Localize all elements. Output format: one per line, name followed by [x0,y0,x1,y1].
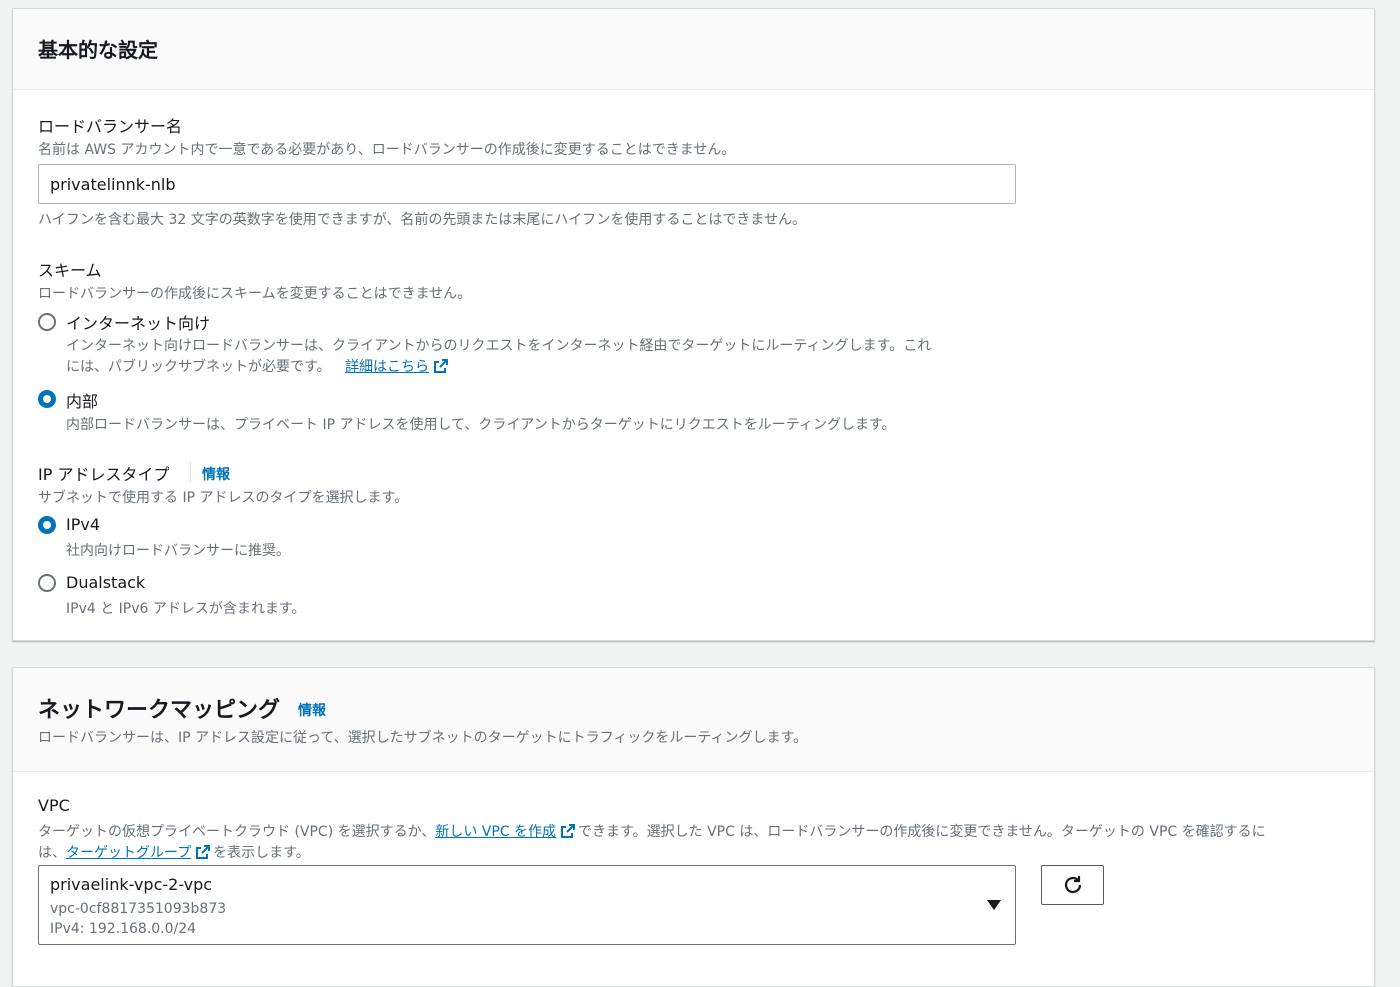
ip-type-info-link[interactable]: 情報 [202,464,230,484]
ip-type-ipv4-desc: 社内向けロードバランサーに推奨。 [66,543,290,559]
vpc-select-id: vpc-0cf8817351093b873 [50,901,227,917]
basic-config-title: 基本的な設定 [38,38,158,62]
basic-config-header: 基本的な設定 [13,9,1374,90]
create-vpc-link[interactable]: 新しい VPC を作成 [435,824,556,840]
vpc-select[interactable]: privaelink-vpc-2-vpc vpc-0cf8817351093b8… [38,865,1016,945]
scheme-label: スキーム [38,261,102,280]
lb-name-description: 名前は AWS アカウント内で一意である必要があり、ロードバランサーの作成後に変… [38,142,736,158]
ip-type-dualstack-radio[interactable] [38,574,56,592]
external-link-icon[interactable] [560,823,576,839]
lb-name-label: ロードバランサー名 [38,117,183,136]
caret-down-icon[interactable] [987,900,1001,910]
scheme-internet-facing-desc-line2: には、パブリックサブネットが必要です。 詳細はこちら [66,356,451,376]
network-mapping-description: ロードバランサーは、IP アドレス設定に従って、選択したサブネットのターゲットに… [38,730,808,746]
scheme-internet-facing-label[interactable]: インターネット向け [66,310,210,334]
label-divider [190,462,191,482]
external-link-icon[interactable] [433,358,449,374]
scheme-internet-facing-radio[interactable] [38,313,56,331]
network-mapping-title: ネットワークマッピング [38,698,281,723]
scheme-internet-facing-desc-text: には、パブリックサブネットが必要です。 [66,359,331,375]
vpc-select-cidr: IPv4: 192.168.0.0/24 [50,921,197,937]
network-mapping-header: ネットワークマッピング 情報 ロードバランサーは、IP アドレス設定に従って、選… [13,668,1374,772]
network-mapping-info-link[interactable]: 情報 [298,700,326,720]
vpc-desc-text-1: ターゲットの仮想プライベートクラウド (VPC) を選択するか、 [38,824,436,840]
vpc-description-line2: は、ターゲットグループ を表示します。 [38,842,310,862]
scheme-internal-radio[interactable] [38,390,56,408]
vpc-desc-text-4: を表示します。 [213,845,310,861]
lb-name-hint: ハイフンを含む最大 32 文字の英数字を使用できますが、名前の先頭または末尾にハ… [38,212,807,228]
vpc-description-line1: ターゲットの仮想プライベートクラウド (VPC) を選択するか、新しい VPC … [38,821,1266,841]
vpc-select-name: privaelink-vpc-2-vpc [50,875,213,894]
vpc-label: VPC [38,796,70,815]
external-link-icon[interactable] [195,844,211,860]
scheme-internal-label[interactable]: 内部 [66,388,98,412]
ip-type-label: IP アドレスタイプ [38,465,170,484]
ip-type-ipv4-radio[interactable] [38,516,56,534]
ip-type-dualstack-label[interactable]: Dualstack [66,573,145,592]
lb-name-input[interactable] [38,164,1016,204]
ip-type-description: サブネットで使用する IP アドレスのタイプを選択します。 [38,490,409,506]
ip-type-ipv4-label[interactable]: IPv4 [66,515,100,534]
target-group-link[interactable]: ターゲットグループ [66,845,191,861]
basic-config-panel: 基本的な設定 ロードバランサー名 名前は AWS アカウント内で一意である必要が… [12,8,1375,641]
scheme-internal-desc: 内部ロードバランサーは、プライベート IP アドレスを使用して、クライアントから… [66,417,896,433]
scheme-internet-facing-desc-line1: インターネット向けロードバランサーは、クライアントからのリクエストをインターネッ… [66,338,932,354]
refresh-icon [1064,876,1081,894]
vpc-desc-text-3: は、 [38,845,66,861]
learn-more-link[interactable]: 詳細はこちら [345,359,429,375]
network-mapping-panel: ネットワークマッピング 情報 ロードバランサーは、IP アドレス設定に従って、選… [12,667,1375,987]
scheme-description: ロードバランサーの作成後にスキームを変更することはできません。 [38,286,472,302]
vpc-desc-text-2: できます。選択した VPC は、ロードバランサーの作成後に変更できません。ターゲ… [578,824,1266,840]
refresh-button[interactable] [1041,865,1104,905]
ip-type-dualstack-desc: IPv4 と IPv6 アドレスが含まれます。 [66,601,306,617]
